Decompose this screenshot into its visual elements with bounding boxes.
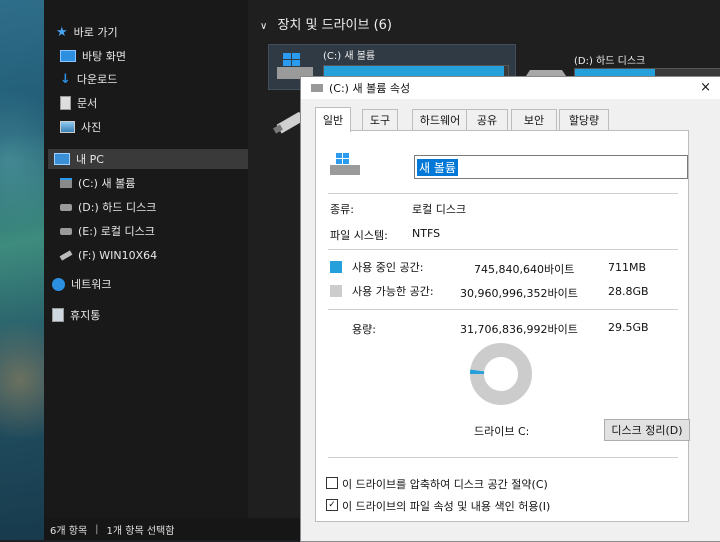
tab-tools[interactable]: 도구 [362,109,398,130]
tab-general[interactable]: 일반 [315,107,351,132]
network-globe-icon [52,277,65,291]
nav-recycle-bin[interactable]: 휴지통 [52,305,100,325]
filesystem-value: NTFS [412,227,441,240]
nav-drive-e[interactable]: (E:) 로컬 디스크 [60,221,155,241]
drive-c-usage-fill [324,66,505,76]
tab-quota[interactable]: 할당량 [559,109,609,130]
star-icon: ★ [56,24,68,40]
nav-item-label: 다운로드 [76,73,118,86]
free-space-label: 사용 가능한 공간: [352,285,434,298]
nav-this-pc-label: 내 PC [76,153,104,166]
hard-drive-icon [60,227,72,235]
general-tab-panel: 새 볼륨 종류: 로컬 디스크 파일 시스템: NTFS 사용 중인 공간: 7… [315,130,690,522]
dialog-titlebar[interactable]: (C:) 새 볼륨 속성 × [301,77,720,99]
tab-hardware[interactable]: 하드웨어 [412,109,468,130]
disk-cleanup-button[interactable]: 디스크 정리(D) [604,419,690,441]
capacity-label: 용량: [352,323,376,336]
nav-drive-label: (C:) 새 볼륨 [78,177,136,190]
nav-item-documents[interactable]: 문서 [60,93,268,113]
nav-item-label: 사진 [81,121,102,134]
type-label: 종류: [330,203,354,216]
nav-quick-access-label: 바로 가기 [73,26,118,39]
nav-item-desktop[interactable]: 바탕 화면 [60,46,296,66]
volume-name-value: 새 볼륨 [417,159,458,176]
desktop-background [0,0,44,540]
nav-item-label: 바탕 화면 [82,50,126,63]
windows-drive-icon [330,153,360,175]
hard-drive-icon [60,203,72,211]
disk-cleanup-label: 디스크 정리(D) [611,424,683,437]
drive-c-label: (C:) 새 볼륨 [323,51,376,62]
document-icon [60,96,71,110]
nav-recycle-label: 휴지통 [70,309,101,322]
close-icon[interactable]: × [700,80,711,95]
index-label: 이 드라이브의 파일 속성 및 내용 색인 허용(I) [342,500,551,513]
divider [328,457,678,458]
drive-caption: 드라이브 C: [474,425,530,438]
divider [328,249,678,250]
nav-network[interactable]: 네트워크 [52,274,111,294]
volume-name-input[interactable]: 새 볼륨 [414,155,688,179]
tab-label: 일반 [322,114,344,127]
picture-icon [60,121,75,133]
chevron-down-icon: ∨ [260,21,268,32]
type-value: 로컬 디스크 [412,203,467,216]
windows-drive-icon [60,178,72,188]
nav-item-label: 문서 [77,97,98,110]
donut-free-ring [470,343,532,405]
tab-security[interactable]: 보안 [511,109,557,130]
download-arrow-icon: ↓ [60,71,71,87]
usb-drive-icon [59,249,73,261]
nav-drive-label: (E:) 로컬 디스크 [78,225,155,238]
nav-drive-label: (F:) WIN10X64 [78,248,158,262]
properties-dialog: (C:) 새 볼륨 속성 × 일반 도구 하드웨어 공유 보안 할당량 새 볼륨… [300,76,720,542]
tab-sharing[interactable]: 공유 [466,109,508,130]
item-count: 6개 항목 [50,525,88,537]
tab-label: 보안 [523,114,545,127]
free-space-swatch [330,285,342,297]
nav-quick-access[interactable]: ★ 바로 가기 [56,22,118,42]
tab-label: 하드웨어 [419,114,461,127]
used-space-swatch [330,261,342,273]
filesystem-label: 파일 시스템: [330,229,388,242]
nav-network-label: 네트워크 [71,278,112,291]
nav-drive-d[interactable]: (D:) 하드 디스크 [60,197,156,217]
devices-group-header[interactable]: ∨ 장치 및 드라이브 (6) [260,14,392,33]
dialog-tabs: 일반 도구 하드웨어 공유 보안 할당량 [315,107,715,132]
divider [328,309,678,310]
navigation-pane: ★ 바로 가기 바탕 화면 ↓ 다운로드 문서 사진 내 PC (C:) 새 볼… [44,0,296,518]
divider [328,193,678,194]
selected-count: 1개 항목 선택함 [106,525,175,537]
tab-label: 도구 [369,114,391,127]
tab-label: 할당량 [568,114,600,127]
computer-icon [54,153,70,165]
desktop-icon [60,50,76,62]
status-separator: | [95,523,99,535]
compress-label: 이 드라이브를 압축하여 디스크 공간 절약(C) [342,478,548,491]
nav-item-pictures[interactable]: 사진 [60,117,272,137]
drive-small-icon [311,84,323,92]
nav-drive-label: (D:) 하드 디스크 [78,201,157,214]
nav-drive-f[interactable]: (F:) WIN10X64 [59,245,158,265]
nav-this-pc[interactable]: 내 PC [48,149,248,169]
dialog-title: (C:) 새 볼륨 속성 [329,82,411,95]
disk-usage-donut [470,343,532,405]
index-checkbox[interactable]: ✓ [326,499,338,511]
used-space-label: 사용 중인 공간: [352,261,424,274]
capacity-size: 29.5GB [608,321,649,334]
drive-d-label: (D:) 하드 디스크 [574,56,646,67]
free-space-size: 28.8GB [608,285,649,298]
free-space-bytes: 30,960,996,352바이트 [460,287,578,300]
tab-label: 공유 [476,114,498,127]
recycle-bin-icon [52,308,64,322]
used-space-size: 711MB [608,261,647,274]
capacity-bytes: 31,706,836,992바이트 [460,323,578,336]
nav-item-downloads[interactable]: ↓ 다운로드 [60,69,288,89]
used-space-bytes: 745,840,640바이트 [474,263,575,276]
nav-drive-c[interactable]: (C:) 새 볼륨 [60,173,135,193]
devices-group-title: 장치 및 드라이브 (6) [277,18,393,33]
compress-checkbox[interactable] [326,477,338,489]
